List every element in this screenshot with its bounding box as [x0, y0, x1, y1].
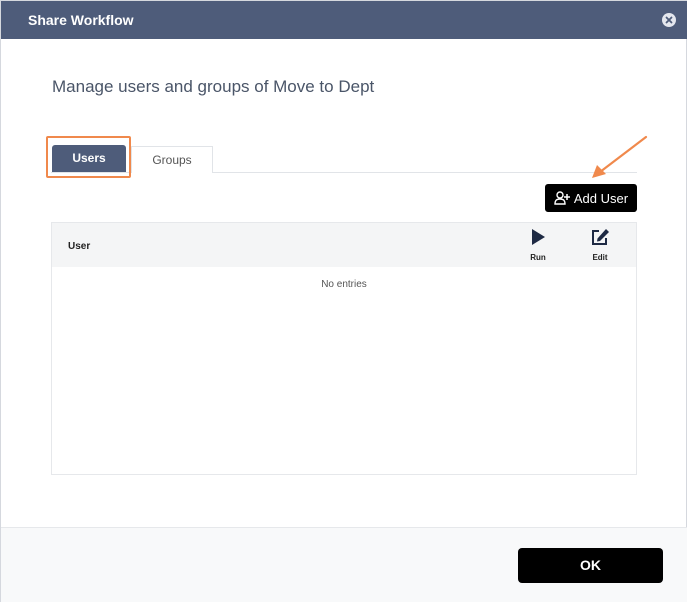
edit-label: Edit [592, 253, 608, 262]
table-header: User Run Edit [52, 223, 636, 267]
annotation-arrow-icon [592, 135, 648, 178]
close-button[interactable] [662, 13, 676, 27]
column-header-run: Run [518, 228, 558, 262]
users-table: User Run Edit No entries [51, 222, 637, 475]
run-label: Run [530, 253, 546, 262]
share-workflow-dialog: Share Workflow Manage users and groups o… [0, 0, 687, 602]
add-user-button[interactable]: Add User [545, 184, 637, 212]
dialog-titlebar: Share Workflow [1, 1, 687, 39]
tab-users[interactable]: Users [52, 145, 126, 172]
edit-icon [592, 229, 609, 245]
add-user-label: Add User [573, 190, 629, 206]
column-header-user[interactable]: User [68, 241, 90, 252]
close-icon [665, 16, 673, 24]
ok-button[interactable]: OK [518, 548, 663, 583]
page-heading: Manage users and groups of Move to Dept [52, 77, 375, 96]
add-user-icon [554, 191, 570, 205]
tab-groups[interactable]: Groups [131, 146, 213, 173]
play-icon [532, 229, 545, 245]
empty-state-text: No entries [321, 279, 367, 290]
column-header-edit: Edit [580, 228, 620, 262]
dialog-title: Share Workflow [28, 12, 134, 28]
